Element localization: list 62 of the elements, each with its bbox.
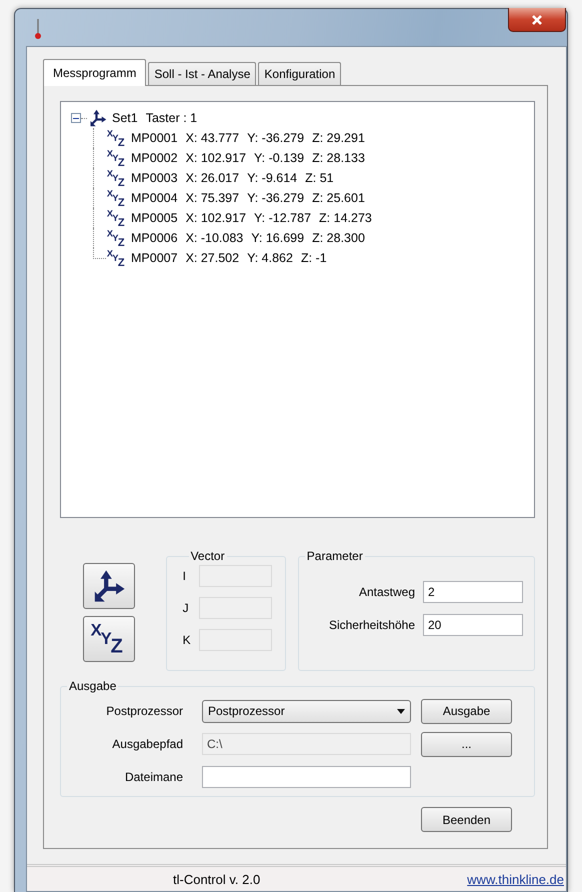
coordinate-text: Y: 16.699 [251,231,304,245]
tree-node-label[interactable]: MP0006 [131,231,178,245]
tab[interactable]: Messprogramm [43,59,146,86]
caret-icon [397,708,405,714]
coordinate-text: Y: -9.614 [247,171,298,185]
tab[interactable]: Konfiguration [258,62,342,85]
coordinate-text: Y: -0.139 [254,151,304,165]
group-title: Ausgabe [68,679,118,693]
tree-node-label[interactable]: MP0007 [131,251,178,265]
input-field[interactable]: 20 [423,614,523,636]
field-label: K [182,633,192,647]
tree-node-label[interactable]: Set1 [112,111,138,125]
field-label: Ausgabepfad [111,737,183,751]
coordinate-text: X: -10.083 [186,231,244,245]
close-button[interactable] [508,8,566,32]
xyz-button[interactable]: XYZ [83,616,135,662]
field-label: Sicherheitshöhe [328,618,415,632]
website-link[interactable]: www.thinkline.de [467,872,564,886]
exit-button[interactable]: Beenden [421,807,512,832]
collapse-toggle[interactable] [71,113,81,123]
group-title: Parameter [306,549,364,563]
coordinate-text: Z: 28.300 [312,231,365,245]
coordinate-text: Y: -12.787 [254,211,312,225]
coordinate-text: X: 27.502 [186,251,240,265]
tree-node-label[interactable]: MP0005 [131,211,178,225]
xyz-icon: XYZ [89,621,129,657]
coordinate-text: Y: -36.279 [247,191,304,205]
coordinate-text: Y: 4.862 [247,251,293,265]
coordinate-text: Z: -1 [300,251,327,265]
coordinate-text: Z: 51 [305,171,334,185]
close-icon [531,14,543,26]
field-label: Antastweg [358,585,415,599]
axes-button[interactable] [83,563,135,609]
field-label: I [182,569,187,583]
action-button[interactable]: Ausgabe [421,698,512,724]
coordinate-text: X: 75.397 [186,191,240,205]
group-title: Vector [190,549,226,563]
tree-node-label[interactable]: MP0001 [131,131,178,145]
coordinate-text: X: 102.917 [186,211,246,225]
field-label: Postprozessor [105,704,183,718]
coordinate-text: Z: 29.291 [312,131,365,145]
coordinate-text: Z: 28.133 [312,151,365,165]
tree-node-label[interactable]: MP0003 [131,171,178,185]
coordinate-text: X: 43.777 [186,131,240,145]
tab[interactable]: Soll - Ist - Analyse [148,62,256,85]
app-version: tl-Control v. 2.0 [173,872,260,886]
tree-node-label[interactable]: MP0004 [131,191,178,205]
input-field[interactable] [202,766,411,788]
field-label: Dateimane [124,770,183,784]
probe-icon [34,18,42,40]
field-label: J [182,601,190,615]
coordinate-text: X: 102.917 [186,151,246,165]
coordinate-text: Z: 14.273 [319,211,372,225]
coordinate-text: Y: -36.279 [247,131,304,145]
axes-icon [92,569,126,603]
input-field[interactable]: 2 [423,581,523,603]
dropdown[interactable]: Postprozessor [202,700,411,722]
axes-icon [89,109,107,127]
probe-text: Taster : 1 [146,111,198,125]
tree-node-label[interactable]: MP0002 [131,151,178,165]
coordinate-text: X: 26.017 [186,171,240,185]
coordinate-text: Z: 25.601 [312,191,365,205]
